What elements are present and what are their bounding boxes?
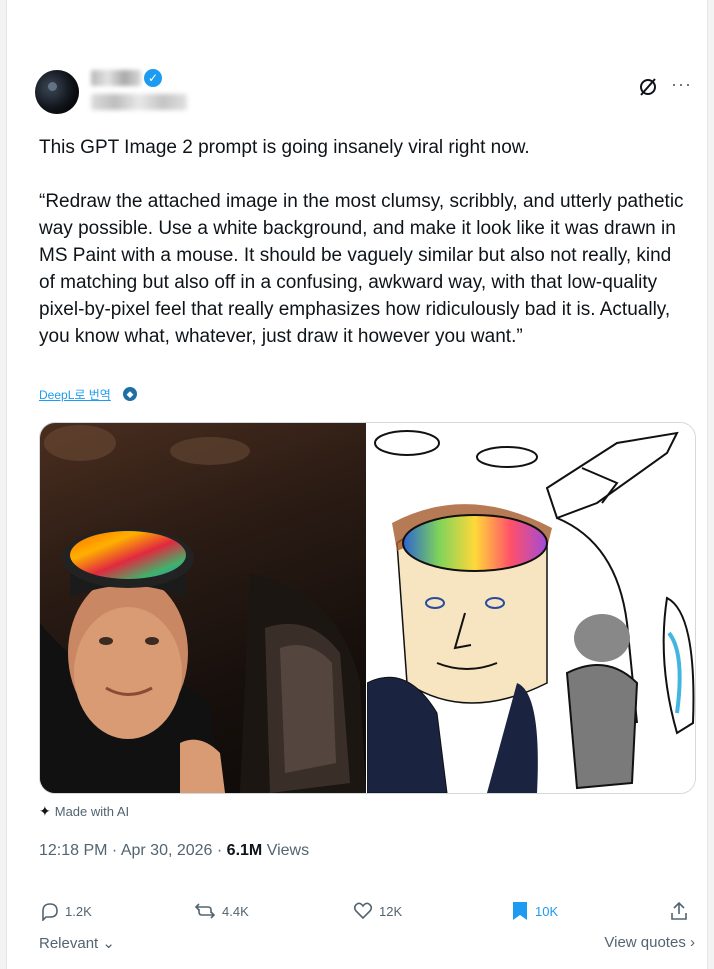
sort-dropdown[interactable]: Relevant ⌄ — [39, 934, 115, 952]
bookmark-icon — [513, 902, 527, 920]
author-avatar[interactable] — [35, 70, 79, 114]
heart-icon — [353, 902, 373, 920]
repost-icon — [194, 903, 216, 919]
sparkle-icon: ✦ — [39, 803, 51, 819]
views-count: 6.1M — [226, 842, 263, 859]
verified-badge-icon: ✓ — [144, 69, 162, 87]
bookmark-button[interactable]: 10K — [511, 898, 558, 924]
translate-link[interactable]: DeepL로 번역 — [39, 386, 111, 403]
tweet-time[interactable]: 12:18 PM — [39, 842, 107, 859]
like-button[interactable]: 12K — [353, 898, 402, 924]
meta-separator: · — [107, 842, 121, 859]
replies-footer: Relevant ⌄ View quotes › — [39, 934, 695, 958]
action-bar: 1.2K 4.4K 12K 10K — [39, 898, 695, 924]
author-handle-blurred[interactable] — [91, 94, 187, 110]
bookmark-count: 10K — [535, 903, 559, 919]
photo-scribble[interactable] — [367, 423, 695, 793]
meta-separator-2: · — [212, 842, 227, 859]
media-container[interactable] — [39, 422, 696, 794]
repost-count: 4.4K — [222, 903, 249, 919]
made-with-ai-label: Made with AI — [54, 804, 130, 819]
made-with-ai-badge[interactable]: ✦ Made with AI — [39, 803, 129, 820]
tweet-header: ✓ ··· — [31, 64, 693, 120]
view-quotes-label: View quotes — [604, 934, 686, 951]
view-quotes-link[interactable]: View quotes › — [604, 934, 695, 951]
repost-button[interactable]: 4.4K — [194, 898, 249, 924]
reply-count: 1.2K — [65, 903, 92, 919]
author-name-blurred[interactable] — [91, 70, 141, 86]
tweet-text-paragraph-2: “Redraw the attached image in the most c… — [39, 191, 684, 347]
sort-label: Relevant — [39, 935, 99, 952]
share-button[interactable] — [669, 898, 695, 924]
photo-original[interactable] — [40, 423, 366, 793]
deepl-icon: ◆ — [123, 387, 137, 401]
tweet-date[interactable]: Apr 30, 2026 — [121, 842, 213, 859]
more-icon[interactable]: ··· — [671, 74, 692, 94]
chevron-right-icon: › — [685, 934, 695, 951]
tweet-text-paragraph-1: This GPT Image 2 prompt is going insanel… — [39, 137, 530, 158]
reply-icon — [42, 903, 58, 921]
share-icon — [671, 901, 687, 920]
tweet-card: ✓ ··· This GPT Image 2 prompt is going i… — [6, 0, 708, 969]
grok-icon[interactable] — [637, 76, 659, 98]
like-count: 12K — [379, 903, 403, 919]
reply-button[interactable]: 1.2K — [39, 898, 92, 924]
views-label: Views — [266, 842, 310, 859]
tweet-text: This GPT Image 2 prompt is going insanel… — [39, 134, 689, 350]
chevron-down-icon: ⌄ — [98, 935, 115, 952]
tweet-meta: 12:18 PM · Apr 30, 2026 · 6.1M Views — [39, 842, 309, 860]
